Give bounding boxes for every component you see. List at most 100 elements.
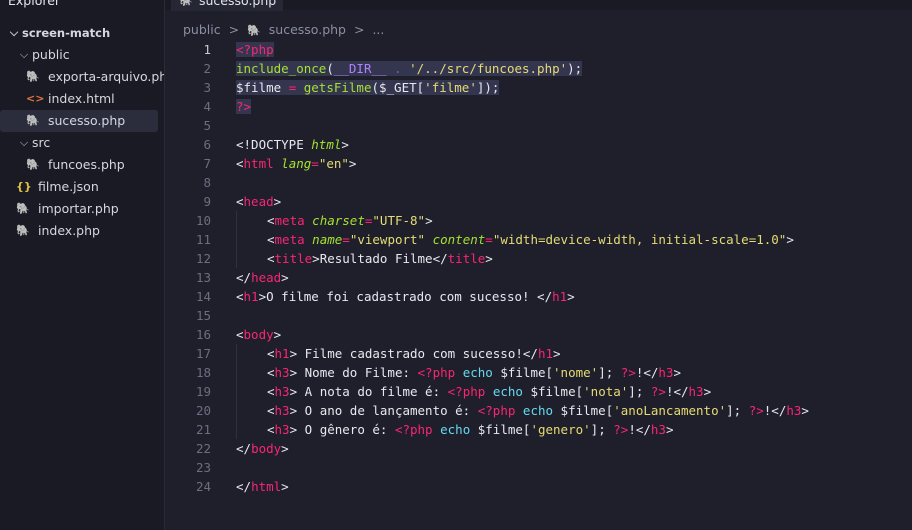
tree-file-filme-json[interactable]: {} filme.json [0,176,164,198]
code-token: ?> [613,422,629,437]
code-token: > [281,270,289,285]
code-token: 'anoLancamento' [613,403,727,418]
code-token: echo [522,403,554,418]
code-token: 'genero' [530,422,591,437]
code-token: h1 [537,346,554,361]
tree-file-importar-php[interactable]: 🐘 importar.php [0,198,164,220]
tree-folder-src[interactable]: ⌵ src [0,132,164,154]
tab-sucesso-php[interactable]: 🐘 sucesso.php [171,0,283,11]
code-content: include_once(__DIR__ . '/../src/funcoes.… [236,61,583,76]
code-line: <html lang="en"> [236,154,912,173]
more-actions-icon[interactable]: ··· [140,0,156,5]
code-line: <!DOCTYPE html> [236,135,912,154]
code-content: <head> [236,194,281,209]
line-number: 23 [195,460,211,475]
code-token: h1 [243,289,259,304]
code-line: <h3> O ano de lançamento é: <?php echo $… [236,401,912,420]
tree-item-label: exporta-arquivo.php [48,69,165,84]
code-token: ]; [590,422,614,437]
code-token: > [341,137,349,152]
code-token: title [274,251,313,266]
line-number: 6 [203,137,211,152]
tree-folder-public[interactable]: ⌵ public [0,44,164,66]
code-line: <title>Resultado Filme</title> [236,249,912,268]
code-token: < [267,403,275,418]
indent-guide [236,420,267,439]
code-view[interactable]: <?php include_once(__DIR__ . '/../src/fun… [236,40,912,496]
code-line: <h3> Nome do Filme: <?php echo $filme['n… [236,363,912,382]
code-token: > [703,384,712,399]
tree-folder-screen-match[interactable]: ⌵ screen-match [0,22,164,44]
breadcrumb-separator: > [228,22,240,37]
code-token: "viewport" [349,232,426,247]
editor-area: 🐘 sucesso.php public > 🐘 sucesso.php > .… [165,0,912,530]
code-token: > O gênero é: [289,422,395,437]
tree-file-funcoes-php[interactable]: 🐘 funcoes.php [0,154,164,176]
code-token: <?php [417,365,456,380]
chevron-down-icon: ⌵ [9,26,19,39]
code-line: </html> [236,477,912,496]
code-content: <h3> O ano de lançamento é: <?php echo $… [267,403,809,418]
code-token: name [312,232,343,247]
tree-item-label: filme.json [38,179,99,194]
code-line: include_once(__DIR__ . '/../src/funcoes.… [236,59,912,78]
code-token: > [786,232,794,247]
indent-guide [236,363,267,382]
code-token: title [447,251,486,266]
code-content: <h1> Filme cadastrado com sucesso!</h1> [267,346,561,361]
line-number: 13 [195,270,211,285]
line-number-gutter: 1 2 3 4 5 6 7 8 9 10 11 12 13 14 15 16 17 18 19 20 21 22 23 24 [165,40,211,496]
tree-file-sucesso-php[interactable]: 🐘 sucesso.php [0,110,158,132]
code-token: meta [274,232,305,247]
code-token: !</ [635,365,659,380]
code-token: !</ [665,384,689,399]
code-token: h3 [274,384,290,399]
code-content: ?> [236,99,252,114]
code-token: $filme[ [492,365,554,380]
code-token: body [251,441,282,456]
tree-item-label: screen-match [22,26,111,40]
chevron-down-icon: ⌵ [19,48,29,61]
tree-file-exporta-arquivo-php[interactable]: 🐘 exporta-arquivo.php [0,66,164,88]
indent-guide [236,230,267,249]
code-token: head [251,270,282,285]
breadcrumb-separator: > [353,22,365,37]
code-token: </ [236,479,252,494]
code-token: > [281,479,289,494]
chevron-down-icon: ⌵ [19,136,29,149]
code-token: ]); [476,80,500,95]
elephant-icon: 🐘 [26,114,40,127]
code-token: > [485,251,493,266]
code-token: head [243,194,274,209]
code-token: h3 [688,384,704,399]
tree-file-index-php[interactable]: 🐘 index.php [0,220,164,242]
code-token: echo [440,422,471,437]
code-content: <h1>O filme foi cadastrado com sucesso! … [236,289,575,304]
code-token: > O ano de lançamento é: [289,403,478,418]
explorer-panel: Explorer ··· ⌵screen-match⌵public🐘export… [0,0,165,530]
code-token: < [267,365,275,380]
code-token: h1 [552,289,568,304]
code-token: <?php [447,384,486,399]
code-token: h3 [274,365,290,380]
code-line: <h1> Filme cadastrado com sucesso!</h1> [236,344,912,363]
tree-file-index-html[interactable]: <> index.html [0,88,164,110]
code-token: > Nome do Filme: [289,365,418,380]
line-number: 24 [195,479,211,494]
breadcrumb-more[interactable]: ... [372,22,384,37]
breadcrumb-folder[interactable]: public [183,22,221,37]
code-token: </ [236,270,252,285]
line-number: 20 [195,403,211,418]
code-token: ?> [620,365,636,380]
code-content: </html> [236,479,289,494]
line-number: 15 [195,308,211,323]
breadcrumb-file[interactable]: sucesso.php [269,22,346,37]
elephant-icon: 🐘 [16,202,30,215]
line-number: 3 [203,80,211,95]
indent-guide [236,344,267,363]
code-token: html [243,156,274,171]
